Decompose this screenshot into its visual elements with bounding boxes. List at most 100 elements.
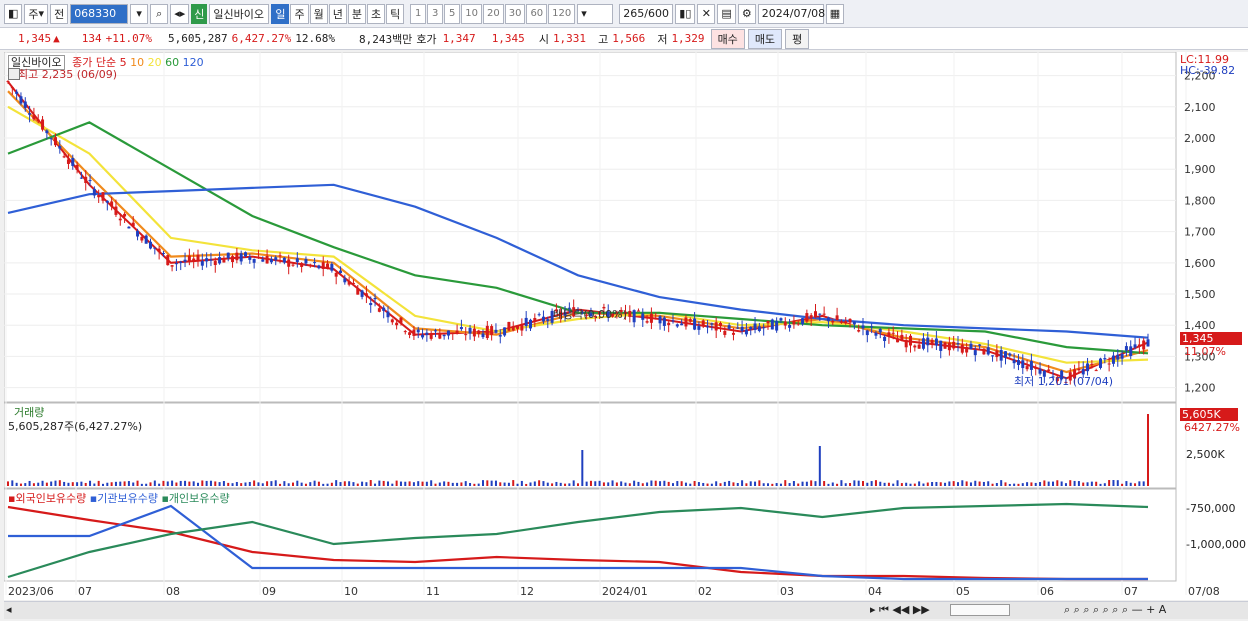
- candle-body: [982, 348, 986, 355]
- ma-legend-5[interactable]: 5: [120, 56, 131, 69]
- candle-body: [161, 253, 165, 255]
- interval-button-3[interactable]: 3: [427, 3, 444, 24]
- interval-button-60[interactable]: 60: [526, 3, 548, 24]
- volume-bar: [931, 481, 934, 486]
- candle-body: [520, 323, 524, 331]
- crosshair-icon[interactable]: ✕: [697, 3, 716, 24]
- search-icon[interactable]: ⌕: [150, 3, 169, 24]
- volume-bar: [490, 480, 493, 486]
- volume-bar: [749, 481, 752, 486]
- count-display[interactable]: 265/600: [619, 3, 674, 24]
- period-button-2[interactable]: 월: [309, 3, 328, 24]
- ma-legend-120[interactable]: 120: [183, 56, 204, 69]
- volume-bar: [45, 482, 48, 486]
- chart-area[interactable]: 2,200 2,100 2,000 1,900 1,800 1,700 1,600 1,500…: [4, 52, 1248, 600]
- candle-body: [347, 281, 351, 285]
- period-button-5[interactable]: 초: [366, 3, 386, 24]
- zoom-controls[interactable]: ⌕ ⌕ ⌕ ⌕ ⌕ ⌕ ⌕ — + A: [1064, 603, 1166, 617]
- period-button-6[interactable]: 틱: [386, 3, 405, 24]
- interval-button-120[interactable]: 120: [548, 3, 576, 24]
- sell-button[interactable]: 매도: [747, 28, 783, 49]
- volume-bar: [680, 481, 683, 486]
- volume-bar: [162, 480, 165, 486]
- interval-input[interactable]: ▾: [577, 3, 614, 24]
- panel-icon[interactable]: [8, 68, 20, 80]
- volume-bar: [89, 480, 92, 486]
- open-label: 시: [538, 32, 549, 46]
- candle-body: [693, 318, 697, 330]
- stock-code-input[interactable]: 068330: [70, 3, 129, 24]
- volume-bar: [382, 480, 385, 486]
- candle-body: [546, 319, 550, 321]
- x-tick-label: 2024/01: [602, 585, 648, 598]
- holdings-y-tick-1: -750,000: [1186, 502, 1236, 515]
- volume-bar: [374, 483, 377, 486]
- playback-controls[interactable]: ▸ ⏮ ◀◀ ▶▶: [870, 603, 930, 617]
- candle-body: [1034, 367, 1038, 369]
- volume-bar: [650, 480, 653, 486]
- candle-body: [261, 259, 265, 262]
- candle-body: [114, 206, 118, 215]
- volume-bar: [257, 482, 260, 486]
- volume-bar: [646, 482, 649, 486]
- zoom-slider[interactable]: [950, 604, 1010, 616]
- code-prefix[interactable]: 전: [50, 3, 69, 24]
- buy-button[interactable]: 매수: [710, 28, 745, 49]
- candle-body: [446, 330, 450, 336]
- interval-button-5[interactable]: 5: [444, 3, 461, 24]
- candle-body: [537, 314, 541, 316]
- volume-bar: [460, 482, 463, 486]
- ma-legend-60[interactable]: 60: [165, 56, 183, 69]
- candle-icon[interactable]: ▮▯: [675, 3, 696, 24]
- candle-body: [110, 201, 114, 207]
- candle-body: [200, 261, 204, 266]
- interval-button-1[interactable]: 1: [410, 3, 427, 24]
- period-button-0[interactable]: 일: [271, 3, 290, 24]
- speaker-icon[interactable]: ◂▸: [170, 3, 190, 24]
- eval-button[interactable]: 평: [785, 28, 810, 49]
- dropdown-icon[interactable]: ▾: [130, 3, 149, 24]
- date-input[interactable]: 2024/07/08: [757, 3, 825, 24]
- window-icon[interactable]: ◧: [4, 3, 23, 24]
- period-button-4[interactable]: 분: [347, 3, 366, 24]
- candle-body: [434, 330, 437, 332]
- volume-bar: [32, 483, 35, 486]
- x-tick-label: 07: [78, 585, 92, 598]
- volume-last-pct: 6427.27%: [1184, 421, 1240, 434]
- ma-legend-10[interactable]: 10: [130, 56, 148, 69]
- interval-button-20[interactable]: 20: [482, 3, 504, 24]
- volume-bar: [201, 480, 204, 486]
- candle-body: [295, 258, 299, 262]
- volume-bar: [715, 481, 718, 486]
- volume-bar: [1073, 480, 1076, 486]
- volume-bar: [464, 481, 467, 486]
- chart-scrollbar[interactable]: ◂ ▸ ⏮ ◀◀ ▶▶ ⌕ ⌕ ⌕ ⌕ ⌕ ⌕ ⌕ — + A: [4, 601, 1248, 619]
- candle-body: [511, 326, 515, 331]
- holdings-legend-2[interactable]: ▪개인보유수량: [158, 492, 229, 505]
- candle-body: [32, 115, 36, 120]
- save-icon[interactable]: ▤: [717, 3, 736, 24]
- volume-bar: [1142, 481, 1145, 486]
- interval-button-10[interactable]: 10: [461, 3, 482, 24]
- interval-button-30[interactable]: 30: [504, 3, 526, 24]
- volume-bar: [792, 481, 795, 486]
- volume-bar: [499, 482, 502, 486]
- stock-chart[interactable]: 2,2002,1002,0001,9001,8001,7001,6001,500…: [4, 52, 1248, 600]
- period-button-3[interactable]: 년: [328, 3, 347, 24]
- calendar-icon[interactable]: ▦: [825, 3, 845, 24]
- scroll-left-icon[interactable]: ◂: [6, 603, 12, 616]
- volume-bar: [140, 483, 143, 486]
- ma-legend-20[interactable]: 20: [148, 56, 166, 69]
- volume-bar: [659, 481, 662, 486]
- holdings-legend-0[interactable]: ▪외국인보유수량: [8, 492, 86, 505]
- volume-bar: [1030, 482, 1033, 486]
- holdings-legend-1[interactable]: ▪기관보유수량: [86, 492, 158, 505]
- volume-bar: [559, 482, 562, 486]
- volume-bar: [870, 481, 873, 486]
- volume-bar: [97, 480, 100, 486]
- period-button-1[interactable]: 주: [290, 3, 309, 24]
- market-select[interactable]: 주 ▾: [24, 3, 49, 24]
- settings-icon[interactable]: ⚙: [737, 3, 756, 24]
- low-price: 1,329: [671, 32, 705, 45]
- volume-bar: [369, 480, 372, 486]
